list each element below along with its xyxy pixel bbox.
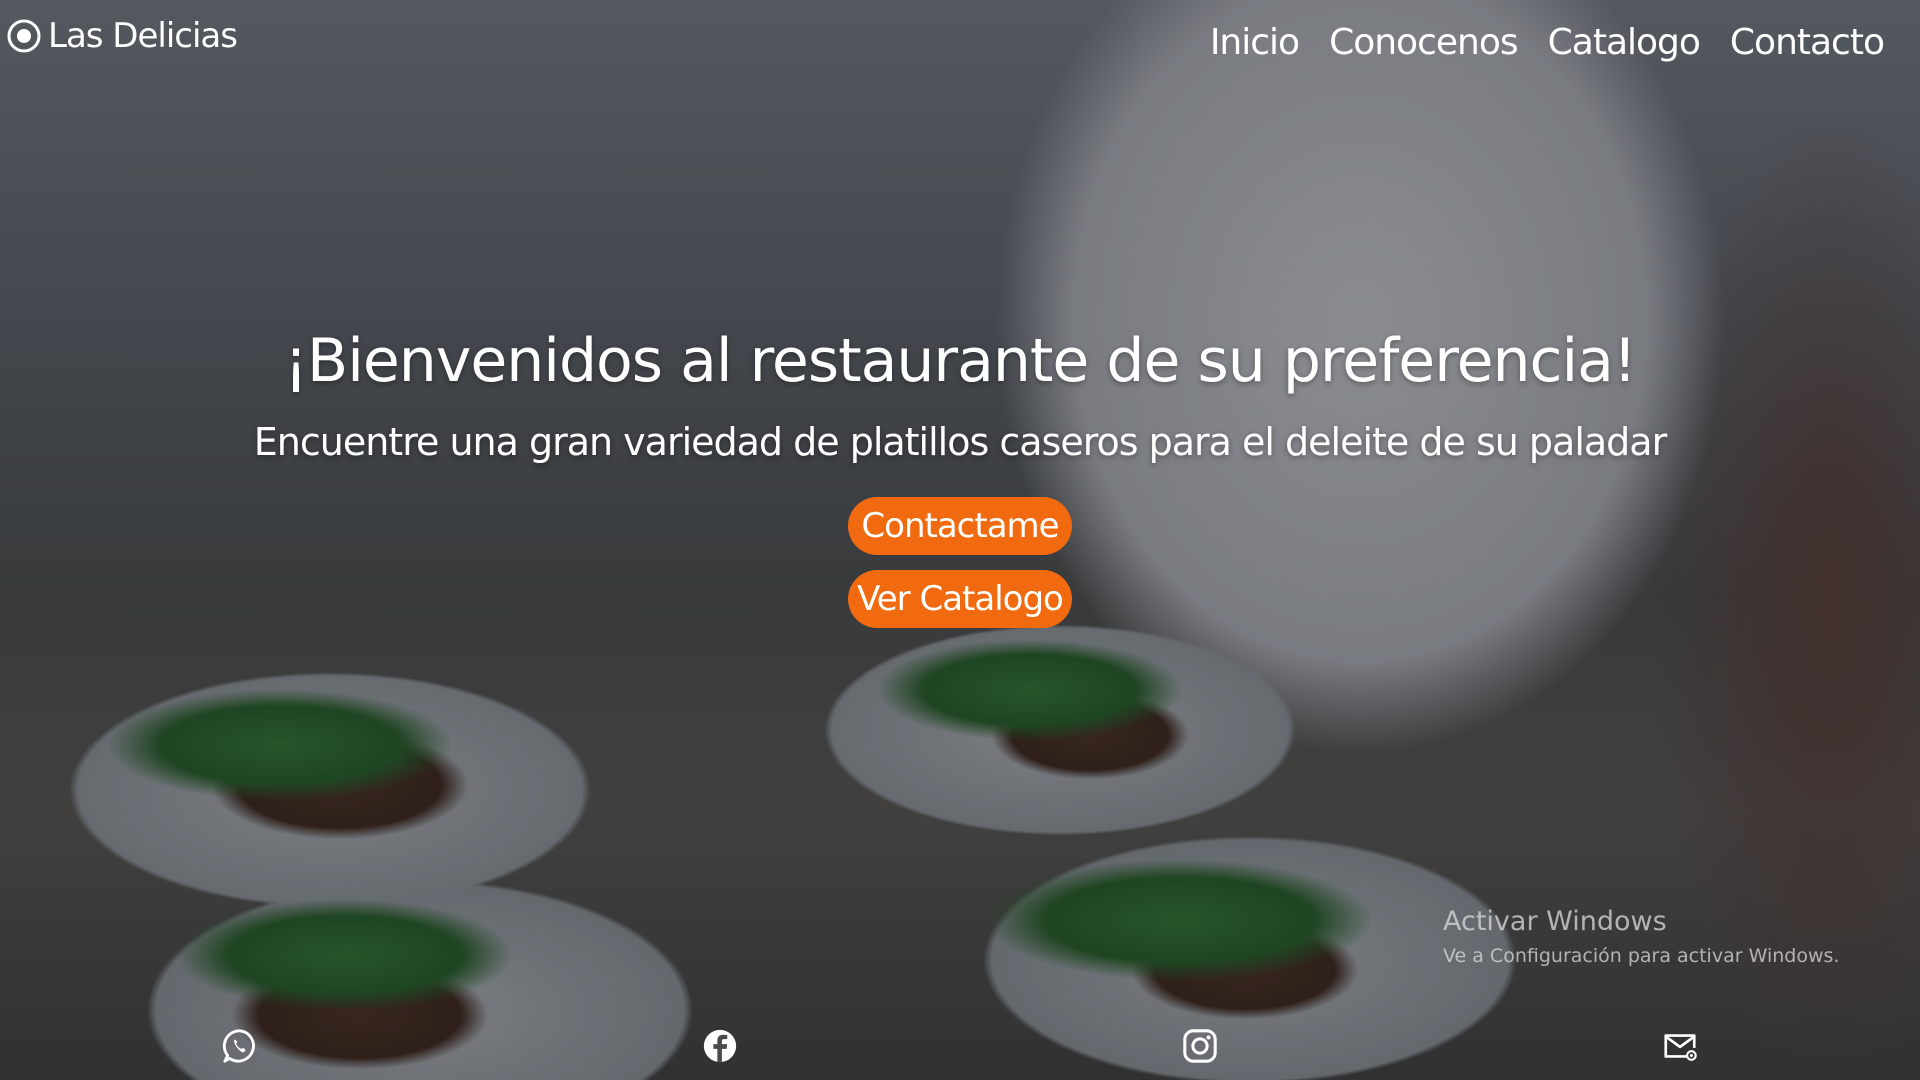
nav-item-contacto[interactable]: Contacto: [1730, 22, 1885, 63]
hero-background: Las Delicias Inicio Conocenos Catalogo C…: [0, 0, 1920, 1080]
main-nav: Inicio Conocenos Catalogo Contacto: [1210, 22, 1885, 63]
whatsapp-icon[interactable]: [220, 1026, 260, 1066]
facebook-icon[interactable]: [700, 1026, 740, 1066]
nav-item-conocenos[interactable]: Conocenos: [1329, 22, 1519, 63]
hero-subheadline: Encuentre una gran variedad de platillos…: [253, 420, 1667, 464]
watermark-title: Activar Windows: [1443, 906, 1667, 937]
watermark-subtitle: Ve a Configuración para activar Windows.: [1443, 945, 1840, 967]
hero-headline: ¡Bienvenidos al restaurante de su prefer…: [284, 326, 1637, 396]
windows-activation-watermark: Activar Windows Ve a Configuración para …: [1443, 906, 1839, 967]
email-icon[interactable]: [1660, 1026, 1700, 1066]
flower-logo-icon: [6, 18, 42, 54]
nav-item-inicio[interactable]: Inicio: [1210, 22, 1300, 63]
catalog-button[interactable]: Ver Catalogo: [848, 570, 1072, 628]
contact-button[interactable]: Contactame: [848, 497, 1072, 555]
brand-name: Las Delicias: [48, 16, 238, 56]
nav-item-catalogo[interactable]: Catalogo: [1548, 22, 1701, 63]
instagram-icon[interactable]: [1180, 1026, 1220, 1066]
brand[interactable]: Las Delicias: [6, 16, 238, 56]
